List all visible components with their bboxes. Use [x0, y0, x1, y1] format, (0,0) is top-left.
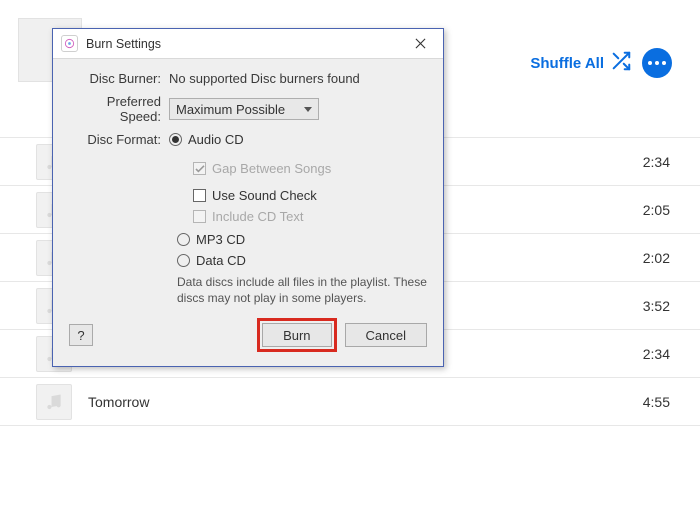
- track-duration: 2:05: [643, 202, 670, 218]
- gap-between-songs-label: Gap Between Songs: [212, 161, 331, 176]
- include-cd-text-label: Include CD Text: [212, 209, 304, 224]
- checkbox-icon: [193, 210, 206, 223]
- cancel-label: Cancel: [366, 328, 406, 343]
- cancel-button[interactable]: Cancel: [345, 323, 427, 347]
- dialog-title: Burn Settings: [86, 37, 403, 51]
- audio-cd-label: Audio CD: [188, 132, 244, 147]
- chevron-down-icon: [304, 107, 312, 112]
- burn-button[interactable]: Burn: [262, 323, 331, 347]
- dialog-button-row: ? Burn Cancel: [53, 318, 443, 366]
- radio-icon: [177, 254, 190, 267]
- checkbox-icon: [193, 189, 206, 202]
- close-icon: [415, 38, 426, 49]
- track-duration: 2:34: [643, 346, 670, 362]
- mp3-cd-label: MP3 CD: [196, 232, 245, 247]
- dialog-body: Disc Burner: No supported Disc burners f…: [53, 59, 443, 318]
- audio-cd-radio[interactable]: Audio CD: [169, 132, 427, 147]
- track-title: Tomorrow: [88, 394, 643, 410]
- burn-settings-dialog: Burn Settings Disc Burner: No supported …: [52, 28, 444, 367]
- radio-icon: [169, 133, 182, 146]
- gap-between-songs-checkbox[interactable]: Gap Between Songs: [193, 161, 427, 176]
- burn-label: Burn: [283, 328, 310, 343]
- data-cd-label: Data CD: [196, 253, 246, 268]
- include-cd-text-checkbox[interactable]: Include CD Text: [193, 209, 427, 224]
- close-button[interactable]: [403, 32, 437, 56]
- use-sound-check-label: Use Sound Check: [212, 188, 317, 203]
- checkbox-icon: [193, 162, 206, 175]
- help-button[interactable]: ?: [69, 324, 93, 346]
- preferred-speed-select[interactable]: Maximum Possible: [169, 98, 319, 120]
- track-duration: 3:52: [643, 298, 670, 314]
- track-art-placeholder: [36, 384, 72, 420]
- help-label: ?: [77, 328, 84, 343]
- data-cd-radio[interactable]: Data CD: [177, 253, 427, 268]
- preferred-speed-label: Preferred Speed:: [69, 94, 169, 124]
- table-row[interactable]: Tomorrow 4:55: [0, 378, 700, 426]
- dialog-titlebar: Burn Settings: [53, 29, 443, 59]
- disc-burner-label: Disc Burner:: [69, 71, 169, 86]
- track-duration: 2:34: [643, 154, 670, 170]
- use-sound-check-checkbox[interactable]: Use Sound Check: [193, 188, 427, 203]
- preferred-speed-value: Maximum Possible: [176, 102, 285, 117]
- track-duration: 2:02: [643, 250, 670, 266]
- dialog-app-icon: [61, 35, 78, 52]
- disc-burner-value: No supported Disc burners found: [169, 71, 427, 86]
- burn-highlight: Burn: [257, 318, 336, 352]
- mp3-cd-radio[interactable]: MP3 CD: [177, 232, 427, 247]
- track-duration: 4:55: [643, 394, 670, 410]
- disc-format-label: Disc Format:: [69, 132, 169, 147]
- data-disc-note: Data discs include all files in the play…: [177, 274, 427, 306]
- radio-icon: [177, 233, 190, 246]
